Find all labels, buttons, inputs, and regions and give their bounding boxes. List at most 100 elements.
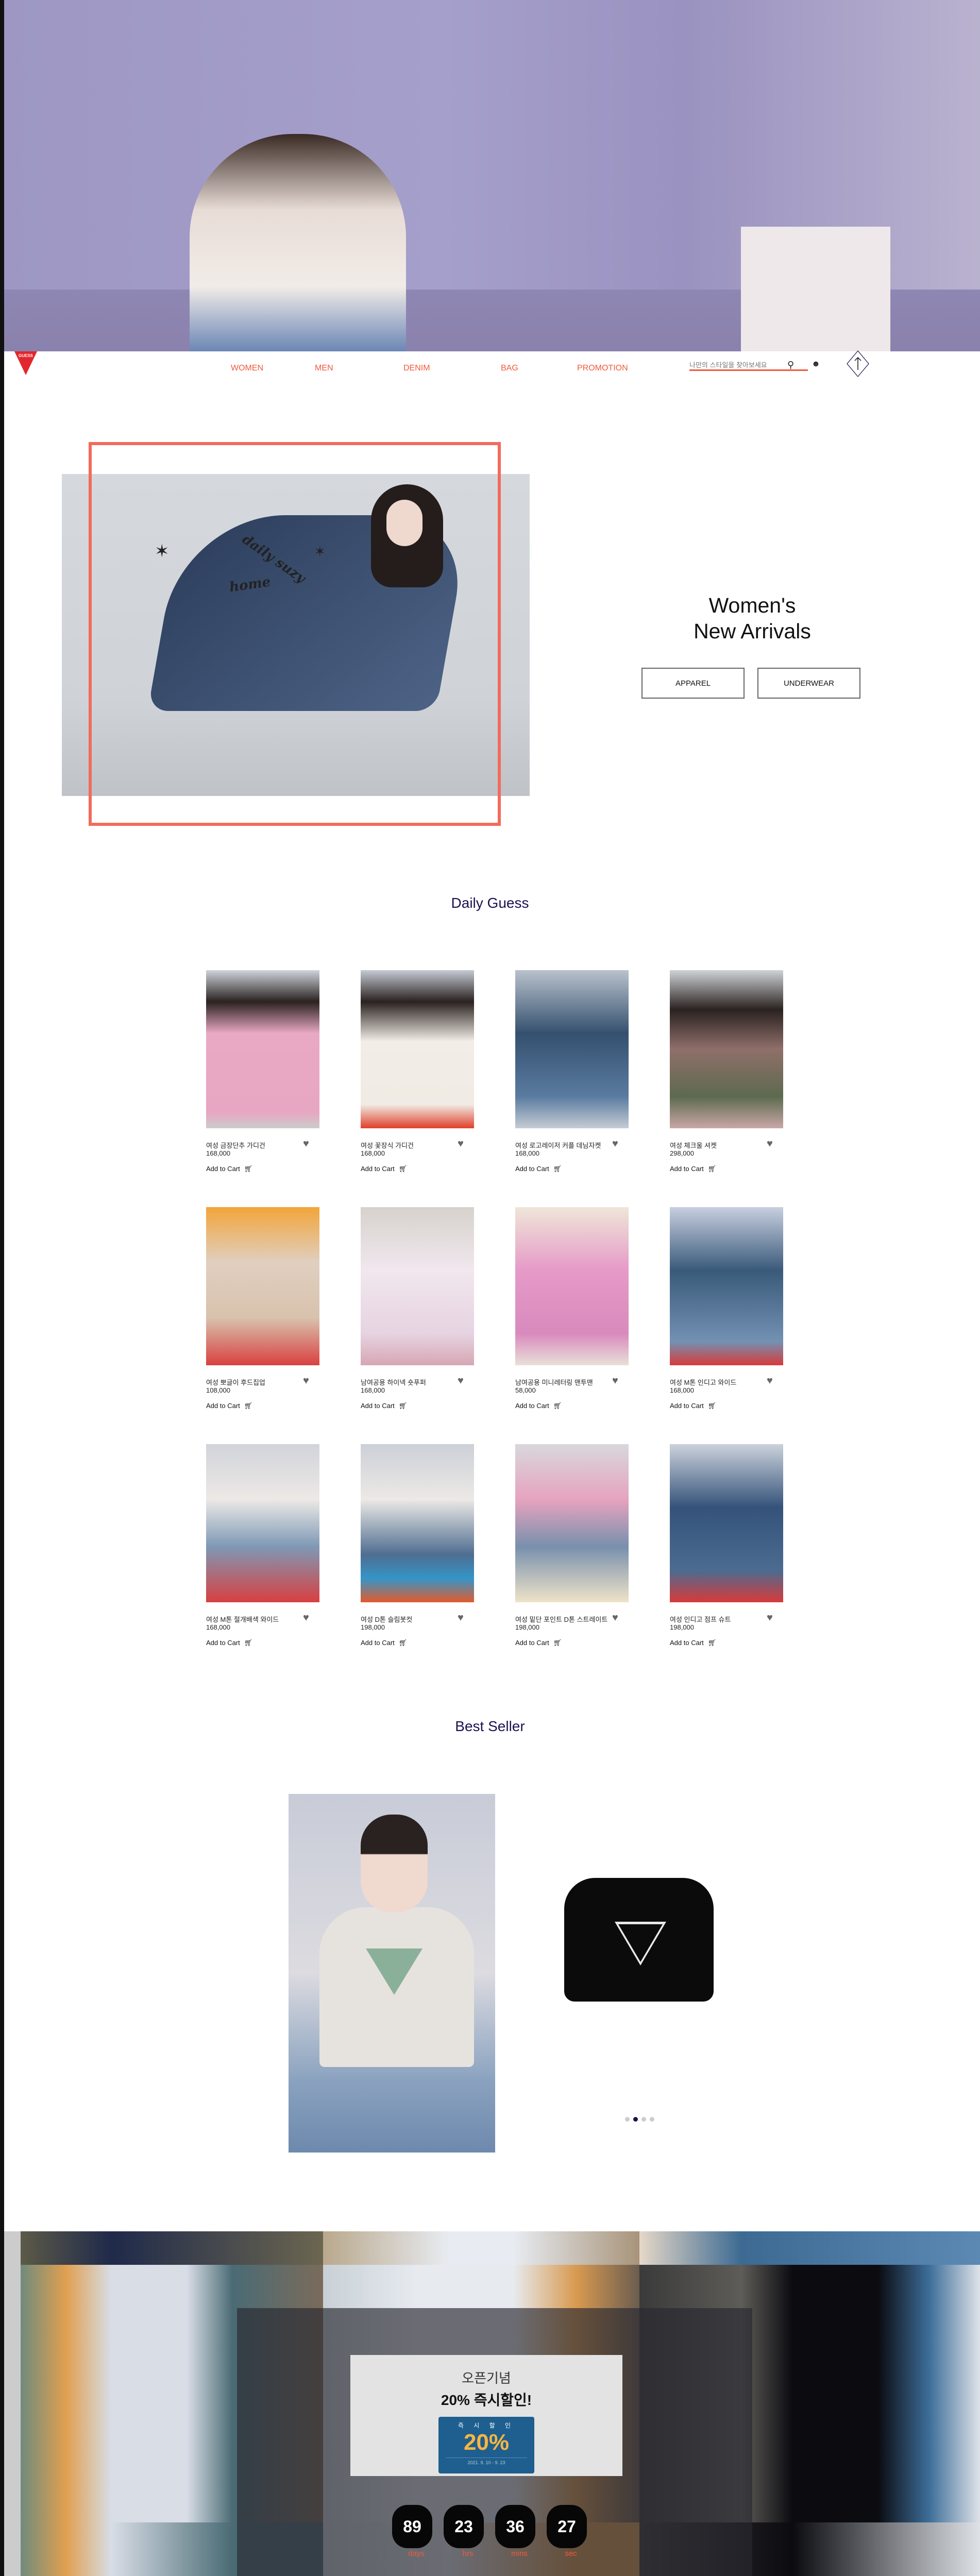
apparel-button[interactable]: APPAREL	[641, 668, 745, 699]
hero-frame	[89, 442, 501, 826]
product-name[interactable]: 여성 D톤 슬림봇컷	[361, 1614, 412, 1624]
product-image[interactable]	[515, 970, 629, 1128]
product-name[interactable]: 여성 밑단 포인트 D톤 스트레이트	[515, 1614, 607, 1624]
product-image[interactable]	[515, 1444, 629, 1602]
heart-icon[interactable]: ♥	[458, 1138, 464, 1150]
product-image[interactable]	[206, 1207, 319, 1365]
countdown-label: sec	[565, 2549, 577, 2558]
countdown-label: mins	[511, 2549, 528, 2558]
product-image[interactable]	[361, 1444, 474, 1602]
product-card[interactable]: 여성 인디고 점프 슈트 198,000 ♥ Add to Cart 🛒︎	[670, 1444, 783, 1647]
product-card[interactable]: 여성 로고레이저 커플 데님자켓 168,000 ♥ Add to Cart 🛒︎	[515, 970, 629, 1173]
product-name[interactable]: 남여공용 미니레터링 맨투맨	[515, 1377, 593, 1387]
product-price: 168,000	[670, 1386, 694, 1394]
product-name[interactable]: 여성 금장단추 가디건	[206, 1140, 265, 1150]
nav-men[interactable]: MEN	[315, 364, 333, 373]
add-to-cart-button[interactable]: Add to Cart 🛒︎	[206, 1402, 252, 1410]
heart-icon[interactable]: ♥	[612, 1138, 618, 1150]
nav-women[interactable]: WOMEN	[231, 364, 263, 373]
nav-promotion[interactable]: PROMOTION	[577, 364, 628, 373]
add-to-cart-button[interactable]: Add to Cart 🛒︎	[670, 1165, 716, 1173]
ticket-label: 즉 시 할 인	[458, 2422, 515, 2429]
carousel-dot[interactable]	[625, 2117, 630, 2122]
product-card[interactable]: 여성 D톤 슬림봇컷 198,000 ♥ Add to Cart 🛒︎	[361, 1444, 474, 1647]
product-image[interactable]	[670, 1444, 783, 1602]
heart-icon[interactable]: ♥	[303, 1612, 309, 1624]
heart-icon[interactable]: ♥	[303, 1138, 309, 1150]
user-icon[interactable]: ☻	[812, 360, 820, 369]
best-seller-model-image[interactable]	[289, 1794, 495, 2153]
carousel-dot[interactable]	[641, 2117, 646, 2122]
product-price: 168,000	[361, 1149, 385, 1157]
left-edge-bar	[0, 0, 4, 2576]
product-image[interactable]	[206, 1444, 319, 1602]
add-to-cart-button[interactable]: Add to Cart 🛒︎	[361, 1402, 407, 1410]
scroll-top-icon[interactable]	[847, 350, 869, 377]
best-seller-product-image[interactable]	[549, 1878, 729, 2014]
product-name[interactable]: 여성 M톤 절개배색 와이드	[206, 1614, 279, 1624]
product-name[interactable]: 여성 뽀글이 후드집업	[206, 1377, 265, 1387]
discount-ticket: 즉 시 할 인 20% 2021. 9. 10 - 9. 23	[438, 2417, 534, 2473]
heart-icon[interactable]: ♥	[767, 1138, 773, 1150]
add-to-cart-button[interactable]: Add to Cart 🛒︎	[206, 1639, 252, 1647]
product-card[interactable]: 남여공용 미니레터링 맨투맨 58,000 ♥ Add to Cart 🛒︎	[515, 1207, 629, 1410]
product-card[interactable]: 여성 M톤 절개배색 와이드 168,000 ♥ Add to Cart 🛒︎	[206, 1444, 319, 1647]
ticket-value: 20%	[463, 2430, 510, 2455]
cart-icon: 🛒︎	[398, 1402, 408, 1410]
add-to-cart-button[interactable]: Add to Cart 🛒︎	[361, 1165, 407, 1173]
product-card[interactable]: 여성 M톤 인디고 와이드 168,000 ♥ Add to Cart 🛒︎	[670, 1207, 783, 1410]
product-price: 168,000	[361, 1386, 385, 1394]
add-to-cart-button[interactable]: Add to Cart 🛒︎	[670, 1639, 716, 1647]
product-card[interactable]: 여성 밑단 포인트 D톤 스트레이트 198,000 ♥ Add to Cart…	[515, 1444, 629, 1647]
nav-bag[interactable]: BAG	[501, 364, 518, 373]
product-card[interactable]: 여성 체크울 셔켓 298,000 ♥ Add to Cart 🛒︎	[670, 970, 783, 1173]
heart-icon[interactable]: ♥	[303, 1375, 309, 1387]
product-card[interactable]: 여성 뽀글이 후드집업 108,000 ♥ Add to Cart 🛒︎	[206, 1207, 319, 1410]
product-image[interactable]	[206, 970, 319, 1128]
add-to-cart-button[interactable]: Add to Cart 🛒︎	[515, 1165, 562, 1173]
carousel-dot[interactable]	[650, 2117, 654, 2122]
add-to-cart-label: Add to Cart	[361, 1639, 395, 1647]
add-to-cart-label: Add to Cart	[515, 1402, 549, 1410]
heart-icon[interactable]: ♥	[612, 1375, 618, 1387]
heart-icon[interactable]: ♥	[612, 1612, 618, 1624]
product-price: 298,000	[670, 1149, 694, 1157]
search-icon[interactable]: ⚲	[787, 360, 794, 370]
heart-icon[interactable]: ♥	[767, 1612, 773, 1624]
product-price: 198,000	[670, 1623, 694, 1631]
underwear-button[interactable]: UNDERWEAR	[757, 668, 860, 699]
add-to-cart-button[interactable]: Add to Cart 🛒︎	[206, 1165, 252, 1173]
product-name[interactable]: 여성 M톤 인디고 와이드	[670, 1377, 736, 1387]
product-image[interactable]	[361, 1207, 474, 1365]
product-name[interactable]: 여성 로고레이저 커플 데님자켓	[515, 1140, 601, 1150]
add-to-cart-button[interactable]: Add to Cart 🛒︎	[670, 1402, 716, 1410]
main-nav: GUESS WOMEN MEN DENIM BAG PROMOTION ⚲ ☻	[4, 350, 980, 386]
product-image[interactable]	[670, 970, 783, 1128]
add-to-cart-button[interactable]: Add to Cart 🛒︎	[515, 1639, 562, 1647]
countdown-sec: 27	[547, 2505, 587, 2548]
countdown-days: 89	[392, 2505, 432, 2548]
add-to-cart-button[interactable]: Add to Cart 🛒︎	[515, 1402, 562, 1410]
countdown-label: hrs	[462, 2549, 474, 2558]
coupon-card[interactable]: 오픈기념 20% 즉시할인! 즉 시 할 인 20% 2021. 9. 10 -…	[350, 2355, 622, 2476]
product-price: 58,000	[515, 1386, 536, 1394]
product-name[interactable]: 여성 인디고 점프 슈트	[670, 1614, 731, 1624]
product-name[interactable]: 여성 체크울 셔켓	[670, 1140, 717, 1150]
product-card[interactable]: 여성 금장단추 가디건 168,000 ♥ Add to Cart 🛒︎	[206, 970, 319, 1173]
heart-icon[interactable]: ♥	[458, 1612, 464, 1624]
product-image[interactable]	[515, 1207, 629, 1365]
add-to-cart-label: Add to Cart	[206, 1639, 240, 1647]
nav-denim[interactable]: DENIM	[403, 364, 430, 373]
hero-text: Women's New Arrivals APPAREL UNDERWEAR	[639, 592, 866, 699]
carousel-dot[interactable]	[633, 2117, 638, 2122]
heart-icon[interactable]: ♥	[767, 1375, 773, 1387]
product-card[interactable]: 남여공용 하이넥 숏푸퍼 168,000 ♥ Add to Cart 🛒︎	[361, 1207, 474, 1410]
add-to-cart-button[interactable]: Add to Cart 🛒︎	[361, 1639, 407, 1647]
ticket-dates: 2021. 9. 10 - 9. 23	[446, 2458, 527, 2465]
heart-icon[interactable]: ♥	[458, 1375, 464, 1387]
product-name[interactable]: 여성 꽃장식 가디건	[361, 1140, 414, 1150]
product-image[interactable]	[361, 970, 474, 1128]
product-card[interactable]: 여성 꽃장식 가디건 168,000 ♥ Add to Cart 🛒︎	[361, 970, 474, 1173]
product-name[interactable]: 남여공용 하이넥 숏푸퍼	[361, 1377, 426, 1387]
product-image[interactable]	[670, 1207, 783, 1365]
